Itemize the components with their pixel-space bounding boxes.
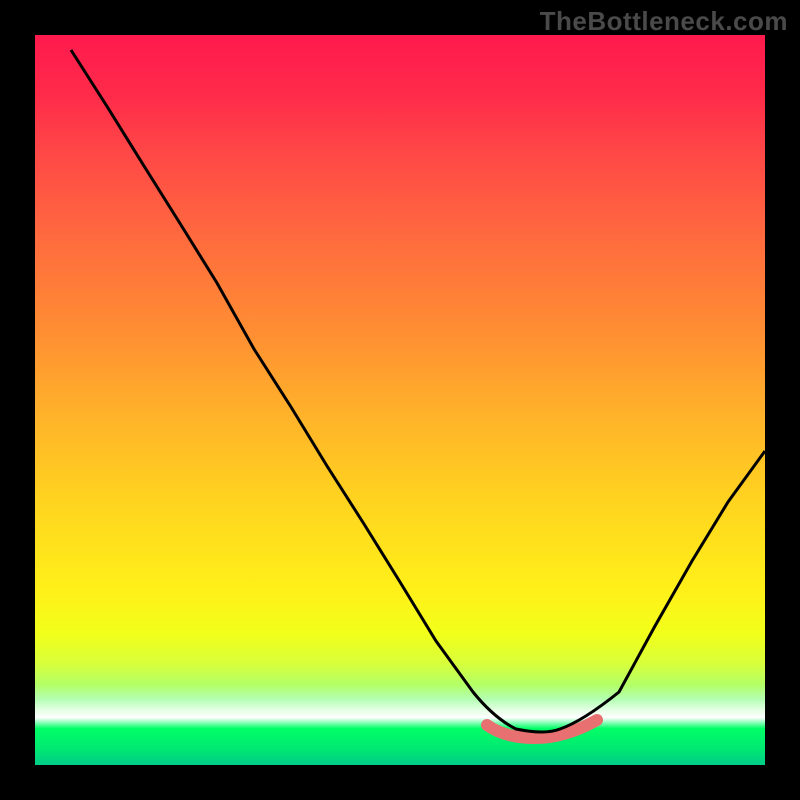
bottleneck-curve-line [71, 50, 765, 732]
watermark-text: TheBottleneck.com [540, 6, 788, 37]
chart-svg [35, 35, 765, 765]
plot-area [35, 35, 765, 765]
chart-container: TheBottleneck.com [0, 0, 800, 800]
